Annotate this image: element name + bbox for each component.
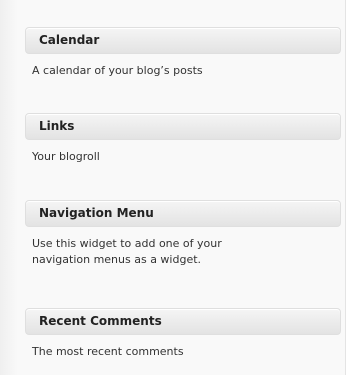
widget-calendar[interactable]: Calendar A calendar of your blog’s posts [25,27,341,79]
available-widgets-panel: Calendar A calendar of your blog’s posts… [0,0,346,375]
widget-title[interactable]: Calendar [25,27,341,54]
widget-recent-comments[interactable]: Recent Comments The most recent comments [25,308,341,360]
widget-title[interactable]: Links [25,113,341,140]
widget-links[interactable]: Links Your blogroll [25,113,341,165]
widget-description: The most recent comments [32,345,184,358]
widget-description: Your blogroll [32,150,100,163]
widget-title[interactable]: Navigation Menu [25,200,341,227]
widget-description: A calendar of your blog’s posts [32,64,203,77]
widget-description: Use this widget to add one of your navig… [32,237,222,266]
widget-title[interactable]: Recent Comments [25,308,341,335]
widget-navigation-menu[interactable]: Navigation Menu Use this widget to add o… [25,200,341,268]
panel-edge-shadow [0,0,18,375]
